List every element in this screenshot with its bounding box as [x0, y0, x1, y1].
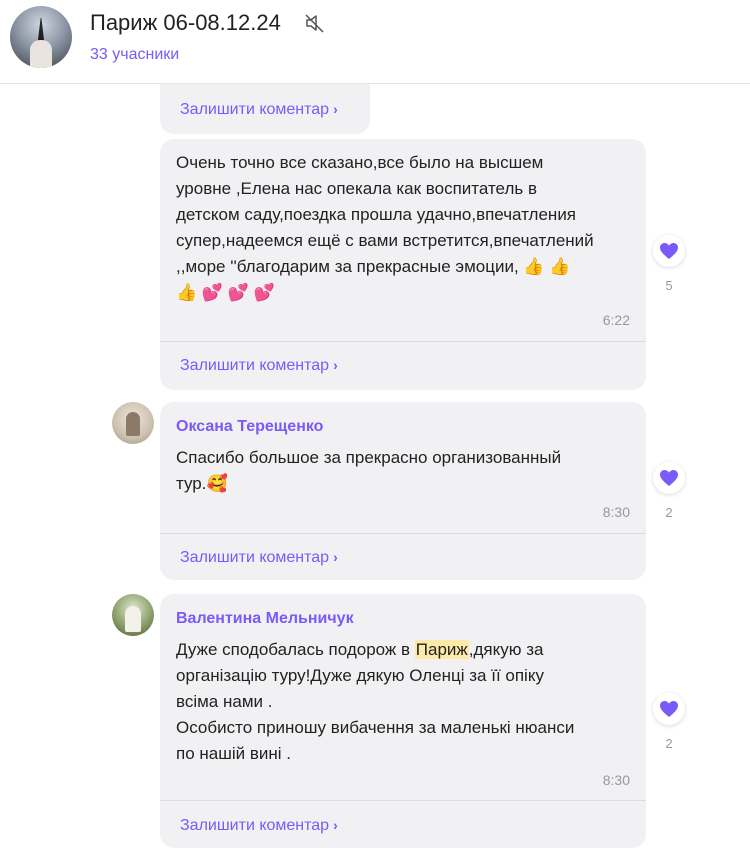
reaction-button[interactable]	[653, 235, 685, 267]
search-highlight: Париж	[414, 640, 469, 659]
message-line: 👍 💕 💕 💕	[176, 283, 275, 302]
reaction-count: 2	[665, 736, 673, 751]
leave-comment-label: Залишити коментар	[180, 101, 330, 118]
divider	[160, 533, 646, 534]
text-segment: ,дякую за	[468, 640, 544, 659]
reaction-button[interactable]	[653, 462, 685, 494]
leave-comment-link[interactable]: Залишити коментар ›	[180, 549, 338, 567]
chevron-right-icon: ›	[333, 101, 338, 117]
leave-comment-link[interactable]: Залишити коментар ›	[180, 817, 338, 835]
message-text: Дуже сподобалась подорож в Париж,дякую з…	[176, 637, 574, 767]
leave-comment-label: Залишити коментар	[180, 357, 330, 374]
divider	[160, 800, 646, 801]
message-line: детском саду,поездка прошла удачно,впеча…	[176, 205, 577, 224]
heart-icon	[660, 470, 678, 486]
avatar[interactable]	[112, 594, 154, 636]
group-title[interactable]: Париж 06-08.12.24	[90, 10, 281, 36]
message-line: Очень точно все сказано,все было на высш…	[176, 153, 544, 172]
message-author[interactable]: Оксана Терещенко	[176, 418, 323, 436]
avatar-person-image	[126, 412, 140, 436]
message-line: всіма нами .	[176, 692, 273, 711]
avatar-person-image	[30, 40, 52, 68]
text-segment: Дуже сподобалась подорож в	[176, 640, 415, 659]
leave-comment-label: Залишити коментар	[180, 817, 330, 834]
reaction-count: 5	[665, 278, 673, 293]
message-text: Очень точно все сказано,все было на высш…	[176, 150, 594, 306]
leave-comment-link[interactable]: Залишити коментар ›	[180, 101, 338, 119]
muted-speaker-icon	[305, 14, 324, 33]
message-time: 8:30	[602, 504, 630, 520]
message-bubble: Очень точно все сказано,все было на высш…	[160, 139, 646, 390]
chat-header: Париж 06-08.12.24 33 учасники	[0, 0, 750, 84]
message-line: тур.🥰	[176, 474, 228, 493]
members-count[interactable]: 33 учасники	[90, 46, 179, 64]
message-line: Особисто приношу вибачення за маленькі н…	[176, 718, 575, 737]
avatar[interactable]	[112, 402, 154, 444]
message-line: Спасибо большое за прекрасно организован…	[176, 448, 562, 467]
message-line: уровне ,Елена нас опекала как воспитател…	[176, 179, 537, 198]
message-bubble: Валентина Мельничук Дуже сподобалась под…	[160, 594, 646, 848]
group-avatar[interactable]	[10, 6, 72, 68]
message-bubble: Оксана Терещенко Спасибо большое за прек…	[160, 402, 646, 580]
message-text: Спасибо большое за прекрасно организован…	[176, 445, 561, 497]
message-line: організацію туру!Дуже дякую Оленці за її…	[176, 666, 544, 685]
chevron-right-icon: ›	[333, 549, 338, 565]
message-line: супер,надеемся ещё с вами встретится,впе…	[176, 231, 594, 250]
heart-icon	[660, 243, 678, 259]
chevron-right-icon: ›	[333, 357, 338, 373]
avatar-person-image	[125, 606, 141, 632]
reaction-button[interactable]	[653, 693, 685, 725]
message-line: Дуже сподобалась подорож в Париж,дякую з…	[176, 637, 574, 663]
leave-comment-link[interactable]: Залишити коментар ›	[180, 357, 338, 375]
divider	[160, 341, 646, 342]
reaction-count: 2	[665, 505, 673, 520]
heart-icon	[660, 701, 678, 717]
message-line: по нашій вині .	[176, 744, 291, 763]
message-time: 6:22	[602, 312, 630, 328]
message-line: ,,море ''благодарим за прекрасные эмоции…	[176, 257, 571, 276]
chevron-right-icon: ›	[333, 817, 338, 833]
message-bubble-partial: Залишити коментар ›	[160, 84, 370, 134]
message-time: 8:30	[602, 772, 630, 788]
leave-comment-label: Залишити коментар	[180, 549, 330, 566]
message-author[interactable]: Валентина Мельничук	[176, 610, 354, 628]
